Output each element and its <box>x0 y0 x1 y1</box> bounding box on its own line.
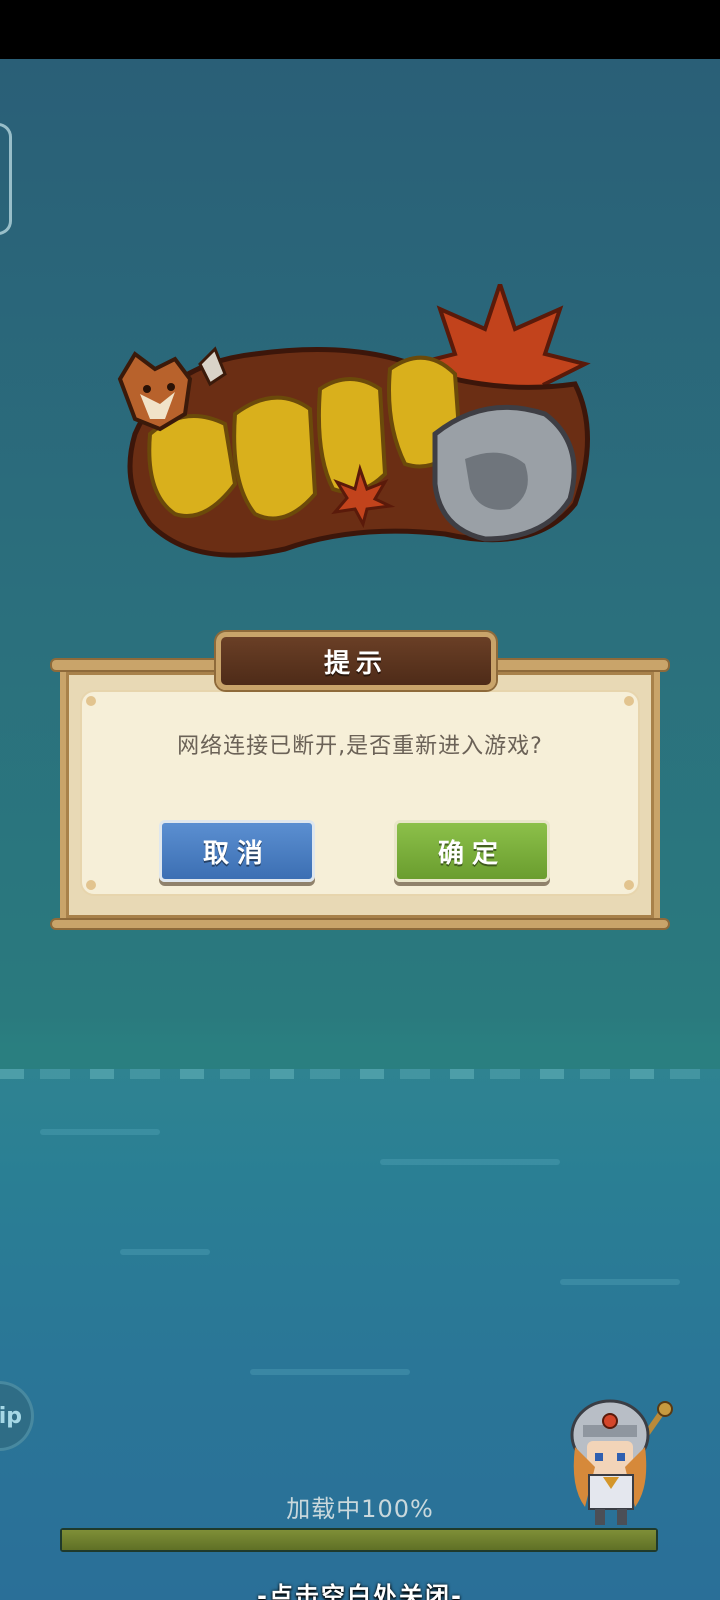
dialog-bottom-rail <box>50 918 670 930</box>
sea-ripple <box>120 1249 210 1255</box>
loading-progress-bar <box>60 1528 658 1552</box>
status-bar <box>0 0 720 59</box>
sea-ripple <box>250 1369 410 1375</box>
cancel-button-label: 取消 <box>202 838 271 869</box>
dialog-title: 提示 <box>323 648 388 679</box>
knight-character-icon <box>570 1399 673 1525</box>
reconnect-dialog: 提示 网络连接已断开,是否重新进入游戏? 取消 确定 <box>50 632 670 932</box>
corner-ornament <box>86 696 96 706</box>
confirm-button[interactable]: 确定 <box>394 820 550 882</box>
corner-ornament <box>624 880 634 890</box>
loading-progress-fill <box>62 1530 656 1550</box>
game-logo <box>117 284 591 558</box>
corner-ornament <box>624 696 634 706</box>
cancel-button[interactable]: 取消 <box>159 820 315 882</box>
side-tab[interactable] <box>0 123 12 235</box>
confirm-button-label: 确定 <box>437 838 506 869</box>
sea-ripple <box>380 1159 560 1165</box>
sea-ripple <box>40 1129 160 1135</box>
corner-ornament <box>86 880 96 890</box>
dialog-message: 网络连接已断开,是否重新进入游戏? <box>177 734 543 759</box>
dialog-title-plate: 提示 <box>216 632 496 690</box>
close-hint[interactable]: -点击空白处关闭- <box>0 1576 720 1600</box>
sea-ripple <box>560 1279 680 1285</box>
side-bubble-text: ip <box>0 1403 22 1429</box>
